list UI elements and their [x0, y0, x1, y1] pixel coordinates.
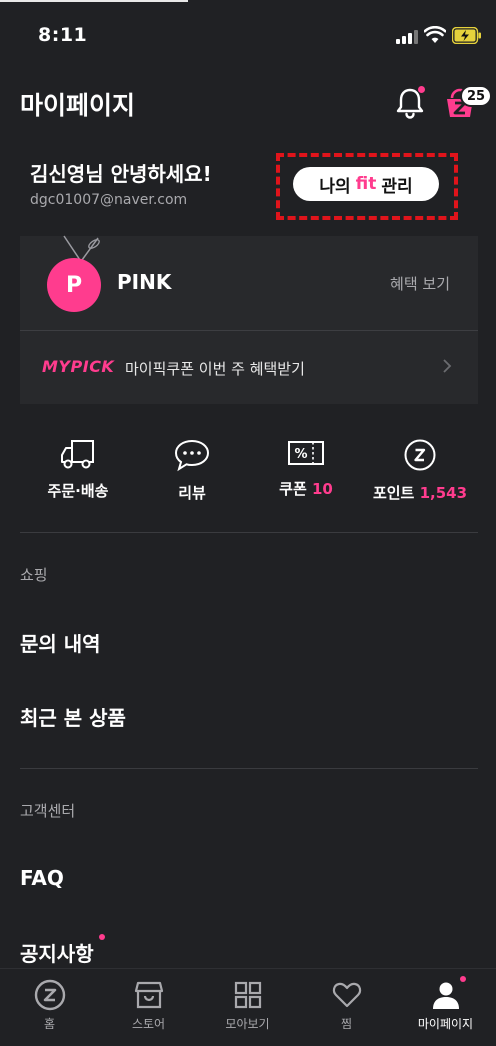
section-divider — [20, 768, 478, 769]
quick-label-order: 주문·배송 — [47, 482, 109, 500]
nav-home[interactable]: 홈 — [0, 979, 99, 1032]
tag-string-icon — [63, 235, 100, 261]
nav-collection[interactable]: 모아보기 — [198, 979, 297, 1032]
point-amount: 1,543 — [419, 484, 468, 502]
truck-icon — [61, 440, 94, 469]
battery-icon — [452, 27, 481, 44]
nav-label-wishlist: 찜 — [340, 1017, 353, 1031]
fit-button-suffix: 관리 — [381, 176, 413, 197]
menu-recently-viewed[interactable]: 최근 본 상품 — [20, 702, 126, 731]
nav-mypage[interactable]: 마이페이지 — [396, 979, 495, 1032]
coupon-icon: % — [288, 441, 324, 465]
svg-text:%: % — [294, 447, 307, 462]
wifi-icon — [424, 26, 446, 43]
fit-button-fit: fit — [355, 174, 377, 194]
chevron-right-icon[interactable] — [442, 358, 452, 374]
fit-button-prefix: 나의 — [319, 176, 351, 197]
menu-inquiry-history[interactable]: 문의 내역 — [20, 628, 101, 657]
point-z-icon — [404, 439, 436, 471]
section-title-shopping: 쇼핑 — [20, 566, 48, 584]
bottom-navigation: 홈 스토어 모아보기 찜 마이페이지 — [0, 968, 496, 1046]
nav-label-home: 홈 — [43, 1017, 56, 1031]
quick-label-coupon: 쿠폰 10 — [279, 480, 333, 498]
benefit-view-link[interactable]: 혜택 보기 — [390, 273, 450, 294]
user-email: dgc01007@naver.com — [30, 192, 188, 208]
notice-new-dot — [99, 934, 105, 940]
grade-badge: P — [47, 258, 101, 312]
quick-reviews[interactable]: 리뷰 — [130, 438, 254, 503]
store-icon — [134, 981, 163, 1009]
nav-label-mypage: 마이페이지 — [417, 1017, 474, 1031]
nav-label-store: 스토어 — [131, 1017, 166, 1031]
quick-label-review: 리뷰 — [178, 484, 206, 502]
menu-faq[interactable]: FAQ — [20, 866, 64, 890]
nav-wishlist[interactable]: 찜 — [297, 979, 396, 1032]
nav-store[interactable]: 스토어 — [99, 979, 198, 1032]
page-title: 마이페이지 — [20, 91, 136, 120]
signal-icon — [396, 30, 418, 44]
person-icon — [432, 982, 459, 1009]
quick-coupons[interactable]: % 쿠폰 10 — [244, 438, 368, 499]
status-bar: 8:11 — [0, 0, 496, 70]
card-divider — [20, 330, 478, 331]
status-time: 8:11 — [38, 24, 88, 46]
chat-bubble-icon — [174, 439, 210, 472]
cart-count-badge: 25 — [460, 85, 493, 107]
mypick-logo: MYPICK — [42, 357, 115, 376]
heart-icon — [332, 982, 361, 1008]
home-z-icon — [34, 979, 65, 1011]
coupon-count: 10 — [311, 480, 333, 498]
section-title-customer-center: 고객센터 — [20, 802, 76, 820]
section-divider — [20, 532, 478, 533]
quick-points[interactable]: 포인트 1,543 — [358, 438, 482, 503]
mypick-coupon-link[interactable]: 마이픽쿠폰 이번 주 혜택받기 — [125, 358, 305, 379]
greeting-text: 김신영님 안녕하세요! — [30, 162, 212, 186]
quick-label-point: 포인트 1,543 — [372, 484, 468, 502]
my-fit-manage-button[interactable]: 나의 fit 관리 — [293, 167, 439, 201]
grade-name: PINK — [117, 270, 172, 294]
menu-notice[interactable]: 공지사항 — [20, 938, 94, 967]
nav-label-collection: 모아보기 — [225, 1017, 270, 1031]
grid-icon — [234, 981, 261, 1009]
membership-card: P PINK 혜택 보기 MYPICK 마이픽쿠폰 이번 주 혜택받기 — [20, 235, 478, 404]
quick-order-delivery[interactable]: 주문·배송 — [16, 438, 140, 501]
nav-new-dot — [460, 976, 466, 982]
notification-dot — [418, 86, 425, 93]
